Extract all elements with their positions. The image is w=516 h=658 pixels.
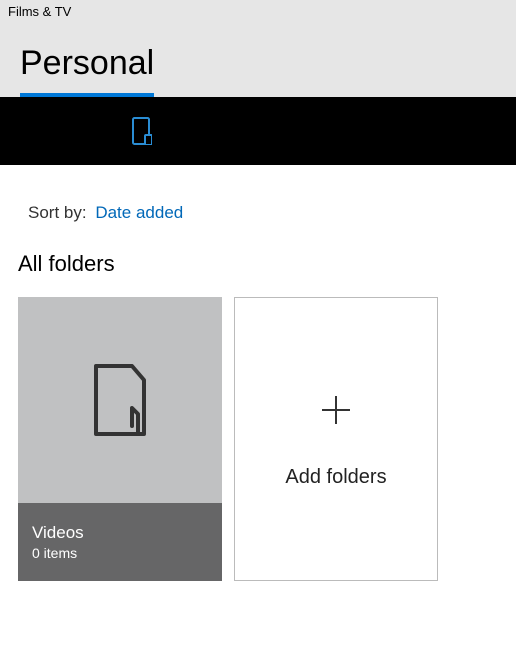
plus-icon (316, 390, 356, 430)
folder-tile-preview (18, 297, 222, 503)
sort-label: Sort by: (28, 203, 87, 222)
page-title-tab[interactable]: Personal (20, 44, 154, 97)
folder-count: 0 items (32, 545, 208, 561)
sort-value-dropdown[interactable]: Date added (95, 203, 183, 222)
folder-tile[interactable]: Videos 0 items (18, 297, 222, 581)
add-folders-tile[interactable]: Add folders (234, 297, 438, 581)
section-title: All folders (18, 251, 498, 277)
sort-row: Sort by: Date added (18, 183, 498, 233)
document-icon (90, 364, 150, 436)
content-area: Sort by: Date added All folders Videos 0… (0, 165, 516, 599)
folder-name: Videos (32, 523, 208, 543)
window-title-bar: Films & TV (0, 0, 516, 20)
toolbar (0, 97, 516, 165)
page-header: Personal (0, 20, 516, 97)
folder-grid: Videos 0 items Add folders (18, 297, 498, 581)
folder-tile-footer: Videos 0 items (18, 503, 222, 581)
add-folders-label: Add folders (285, 466, 386, 489)
device-icon (130, 117, 152, 145)
page-title-text: Personal (20, 44, 154, 82)
window-title: Films & TV (8, 4, 71, 19)
connect-device-button[interactable] (125, 115, 157, 147)
